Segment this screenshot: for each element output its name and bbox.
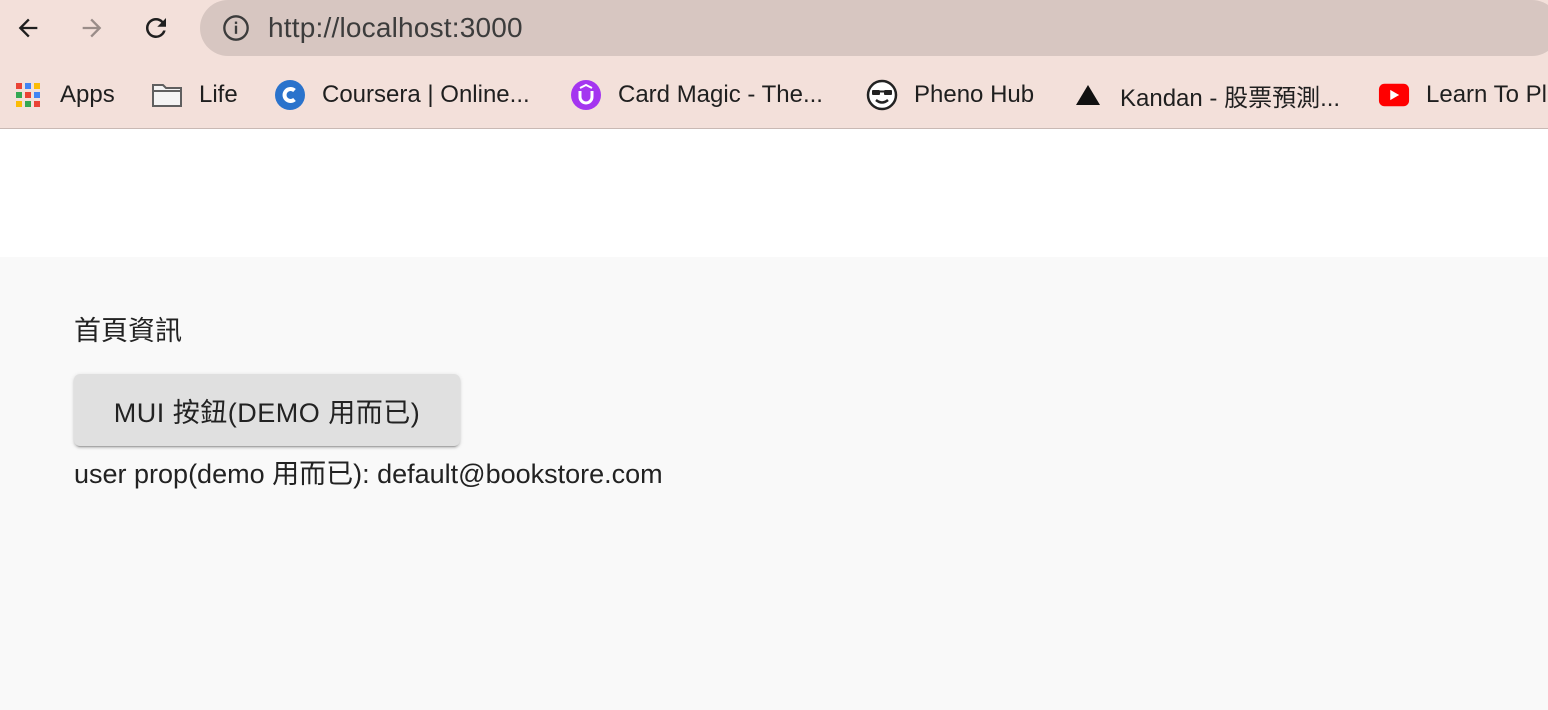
bookmark-apps[interactable]: Apps [12,78,115,112]
youtube-icon [1378,79,1410,111]
forward-button[interactable] [74,10,110,46]
bookmark-coursera[interactable]: Coursera | Online... [274,78,530,112]
user-prop-text: user prop(demo 用而已): default@bookstore.c… [74,459,663,489]
apps-grid-icon [12,79,44,111]
mui-demo-button[interactable]: MUI 按鈕(DEMO 用而已) [74,374,460,446]
bookmark-life[interactable]: Life [151,78,238,112]
bookmark-label: Card Magic - The... [618,81,823,108]
page-viewport: 首頁資訊 MUI 按鈕(DEMO 用而已) user prop(demo 用而已… [0,129,1548,710]
bookmark-label: Kandan - 股票預測... [1120,84,1341,112]
bookmark-label: Pheno Hub [914,81,1035,108]
bookmark-learn-to[interactable]: Learn To Pl [1378,78,1547,112]
browser-chrome: http://localhost:3000 Apps Life Coursera… [0,0,1548,129]
reload-button[interactable] [138,10,174,46]
folder-icon [151,79,183,111]
bookmarks-bar: Apps Life Coursera | Online... Card Magi… [0,70,1548,120]
back-button[interactable] [10,10,46,46]
info-icon[interactable] [222,14,250,42]
main-content: 首頁資訊 MUI 按鈕(DEMO 用而已) user prop(demo 用而已… [0,257,1548,710]
url-text[interactable]: http://localhost:3000 [268,13,523,43]
triangle-icon [1072,79,1104,111]
forward-arrow-icon [82,18,102,38]
udemy-icon [570,79,602,111]
back-arrow-icon [18,18,38,38]
coursera-icon [274,79,306,111]
address-bar[interactable]: http://localhost:3000 [200,0,1548,56]
bookmark-kandan[interactable]: Kandan - 股票預測... [1072,78,1340,112]
page-title: 首頁資訊 [74,316,182,346]
bookmark-card-magic[interactable]: Card Magic - The... [570,78,823,112]
reload-icon [145,17,166,38]
browser-toolbar: http://localhost:3000 [0,0,1548,58]
page-header [0,129,1548,257]
bookmark-label: Learn To Pl [1426,81,1547,108]
bookmark-label: Apps [60,81,115,108]
sunglasses-face-icon [866,79,898,111]
bookmark-label: Life [199,81,238,108]
bookmark-pheno-hub[interactable]: Pheno Hub [866,78,1034,112]
bookmark-label: Coursera | Online... [322,81,530,108]
